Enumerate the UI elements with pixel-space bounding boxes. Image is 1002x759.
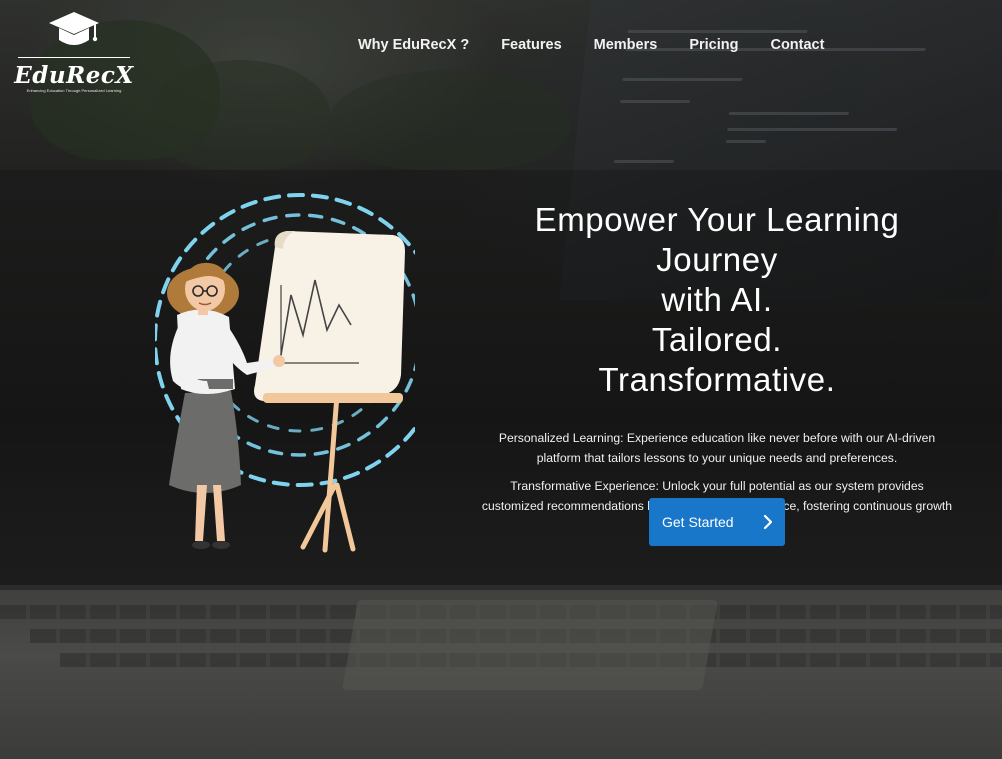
headline-line: with AI. xyxy=(661,281,773,318)
get-started-label: Get Started xyxy=(662,514,734,530)
hero-headline: Empower Your Learning Journey with AI. T… xyxy=(478,200,956,400)
nav-features[interactable]: Features xyxy=(501,37,561,53)
easel-icon xyxy=(262,392,400,553)
header-overlay xyxy=(0,0,1002,170)
teacher-presenting-illustration xyxy=(155,193,415,553)
flipchart-board xyxy=(254,231,405,401)
chevron-right-icon xyxy=(763,514,773,530)
brand-logo[interactable]: EduRecX Enhancing Education Through Pers… xyxy=(14,10,134,96)
headline-line: Transformative. xyxy=(598,361,836,398)
trackpad-decoration xyxy=(342,600,718,690)
hero-section: Empower Your Learning Journey with AI. T… xyxy=(478,200,956,536)
logo-divider xyxy=(18,57,130,58)
main-nav: Why EduRecX ? Features Members Pricing C… xyxy=(358,37,824,53)
get-started-button[interactable]: Get Started xyxy=(649,498,785,546)
nav-members[interactable]: Members xyxy=(594,37,658,53)
brand-tagline: Enhancing Education Through Personalized… xyxy=(26,88,122,93)
nav-contact[interactable]: Contact xyxy=(770,37,824,53)
nav-why-edurecx[interactable]: Why EduRecX ? xyxy=(358,37,469,53)
hero-paragraph-personalized: Personalized Learning: Experience educat… xyxy=(498,431,936,465)
nav-pricing[interactable]: Pricing xyxy=(689,37,738,53)
brand-name: EduRecX xyxy=(14,62,134,89)
headline-line: Tailored. xyxy=(651,321,783,358)
graduation-cap-icon xyxy=(49,12,99,45)
headline-line: Empower Your Learning Journey xyxy=(534,201,900,278)
